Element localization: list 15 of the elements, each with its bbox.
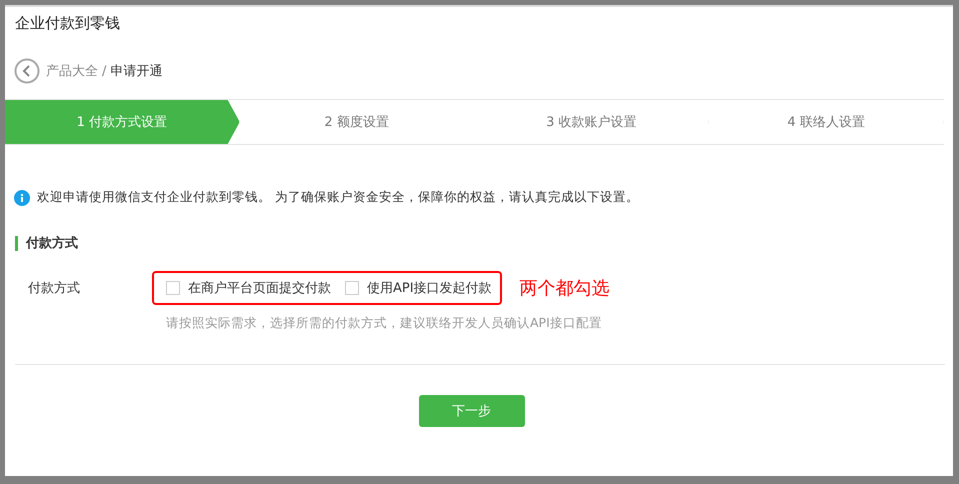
hint-text: 请按照实际需求，选择所需的付款方式，建议联络开发人员确认API接口配置 [166,315,603,332]
dialog-title: 企业付款到零钱 [14,13,121,34]
breadcrumb-link[interactable]: 产品大全 [46,62,98,80]
checkbox[interactable] [166,281,180,295]
breadcrumb-current: 申请开通 [110,63,162,80]
back-icon[interactable] [14,58,40,84]
checkbox[interactable] [345,281,359,295]
notice-text: 欢迎申请使用微信支付企业付款到零钱。 为了确保账户资金安全，保障你的权益，请认真完成以下设置。 [37,189,639,206]
field-label: 付款方式 [28,280,81,297]
checkbox-label[interactable]: 在商户平台页面提交付款 [188,279,331,297]
annotation-text: 两个都勾选 [520,277,610,300]
checkbox-label[interactable]: 使用API接口发起付款 [367,279,492,297]
breadcrumb-separator: / [102,64,106,78]
section-title: 付款方式 [15,236,953,251]
info-icon [14,190,30,206]
